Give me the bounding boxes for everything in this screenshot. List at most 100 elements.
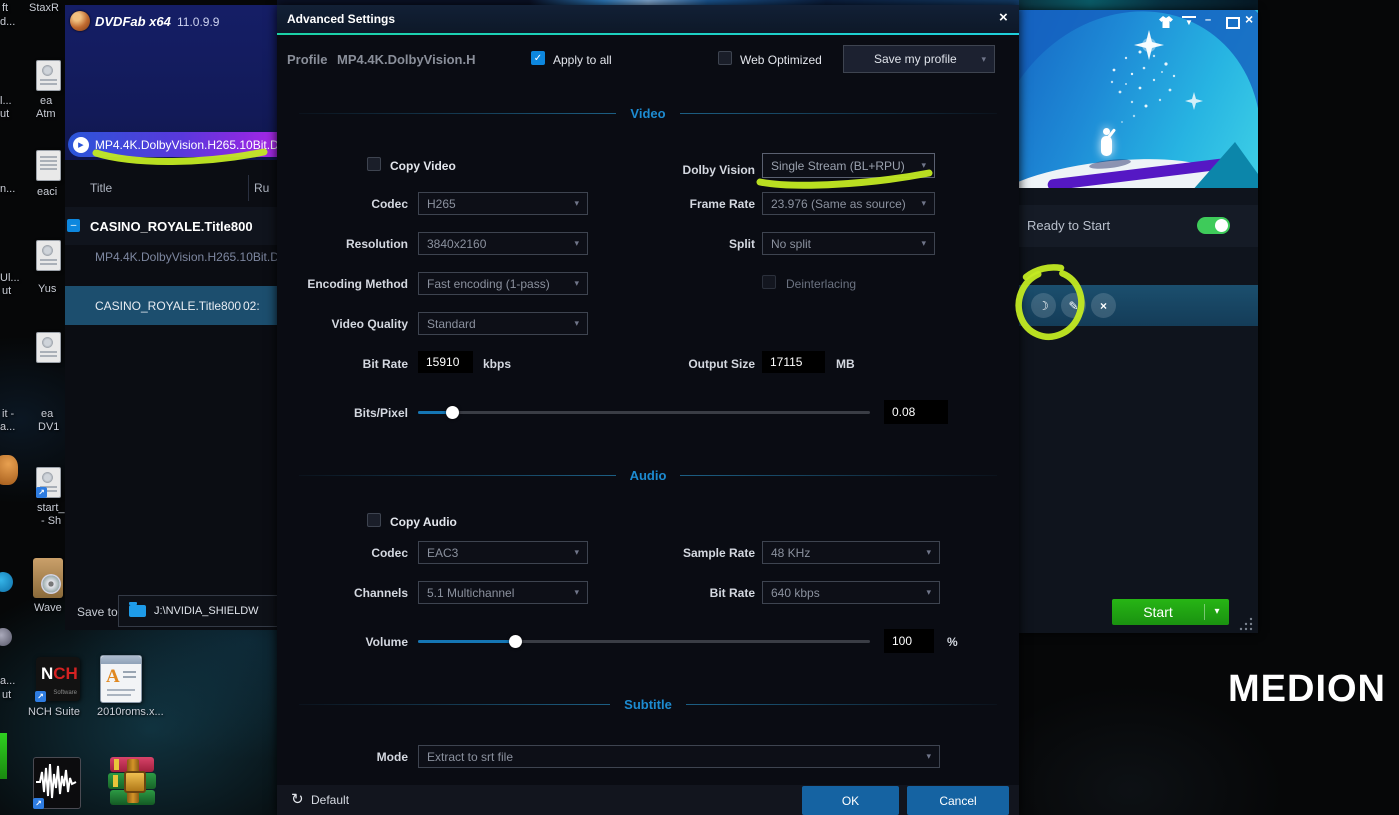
dialog-close-icon[interactable]: × [999, 9, 1008, 26]
desktop-doc-icon[interactable] [36, 240, 61, 271]
close-icon[interactable]: × [1245, 11, 1253, 27]
dolby-vision-dropdown[interactable]: Single Stream (BL+RPU)▾ [762, 153, 935, 178]
volume-slider-thumb[interactable] [509, 635, 522, 648]
task-action-row[interactable]: ☾ ✎ × [1019, 285, 1258, 326]
desktop-label[interactable]: Wave [34, 602, 62, 614]
desktop-label[interactable]: d... [0, 16, 15, 28]
desktop-label[interactable]: DV1 [38, 421, 59, 433]
profile-selector-button[interactable]: ▸ MP4.4K.DolbyVision.H265.10Bit.D [68, 132, 277, 157]
desktop-icon-fragment [0, 733, 7, 779]
sample-rate-dropdown[interactable]: 48 KHz▾ [762, 541, 940, 564]
split-dropdown[interactable]: No split▾ [762, 232, 935, 255]
menu-icon[interactable]: ▼ [1182, 16, 1196, 27]
desktop-nch-suite-icon[interactable]: NCH Software ↗ [36, 657, 80, 701]
bits-pixel-slider-track[interactable] [418, 411, 870, 414]
volume-input[interactable]: 100 [884, 629, 934, 653]
audio-codec-dropdown[interactable]: EAC3▾ [418, 541, 588, 564]
remove-button[interactable]: × [1091, 293, 1116, 318]
ok-button[interactable]: OK [802, 786, 899, 815]
ready-toggle[interactable] [1197, 217, 1230, 234]
check-icon: ✓ [534, 53, 542, 64]
save-to-path: J:\NVIDIA_SHIELDW [154, 605, 259, 617]
desktop-label[interactable]: ut [2, 285, 11, 297]
desktop-doc-icon[interactable] [36, 150, 61, 181]
desktop-label[interactable]: ft [2, 2, 8, 14]
desktop-label[interactable]: NCH Suite [28, 706, 80, 718]
cancel-button[interactable]: Cancel [907, 786, 1009, 815]
desktop-label[interactable]: 2010roms.x... [97, 706, 164, 718]
video-quality-dropdown[interactable]: Standard▾ [418, 312, 588, 335]
video-codec-dropdown[interactable]: H265▾ [418, 192, 588, 215]
desktop-doc-icon[interactable] [36, 332, 61, 363]
start-dropdown-chevron[interactable]: ▾ [1204, 604, 1229, 620]
reset-icon[interactable]: ↺ [291, 790, 304, 808]
chevron-down-icon: ▾ [921, 238, 926, 249]
save-to-field[interactable]: J:\NVIDIA_SHIELDW [118, 595, 277, 627]
desktop-label[interactable]: - Sh [41, 515, 61, 527]
desktop-label[interactable]: Yus [38, 283, 56, 295]
folder-icon[interactable] [129, 605, 146, 617]
desktop-wavepad-icon[interactable]: ↗ [33, 757, 81, 809]
frame-rate-dropdown[interactable]: 23.976 (Same as source)▾ [762, 192, 935, 215]
desktop-2010roms-icon[interactable]: A [100, 655, 142, 703]
desktop-label[interactable]: n... [0, 183, 15, 195]
start-button[interactable]: Start ▾ [1112, 599, 1229, 625]
dialog-title: Advanced Settings [287, 12, 395, 26]
apply-to-all-label: Apply to all [553, 53, 612, 67]
table-row-selected[interactable]: CASINO_ROYALE.Title800 02: [65, 286, 277, 325]
desktop-label[interactable]: ut [2, 689, 11, 701]
desktop-label[interactable]: ut [0, 108, 9, 120]
desktop-label[interactable]: ea [40, 95, 52, 107]
video-bitrate-unit: kbps [483, 357, 511, 371]
desktop-icon-fragment[interactable] [0, 455, 18, 485]
settings-wrench-button[interactable]: ☾ [1031, 293, 1056, 318]
channels-dropdown[interactable]: 5.1 Multichannel▾ [418, 581, 588, 604]
ready-row: Ready to Start [1019, 205, 1258, 247]
resolution-dropdown[interactable]: 3840x2160▾ [418, 232, 588, 255]
desktop-winrar-icon[interactable] [108, 757, 156, 807]
copy-audio-checkbox[interactable] [367, 513, 381, 527]
desktop-label[interactable]: Ul... [0, 272, 20, 284]
audio-bitrate-value: 640 kbps [771, 586, 820, 600]
audio-section-divider: Audio [277, 468, 1019, 483]
resize-grip[interactable] [1239, 617, 1253, 631]
apply-to-all-checkbox[interactable]: ✓ [531, 51, 545, 65]
chevron-down-icon: ▾ [926, 587, 931, 598]
bits-pixel-slider-thumb[interactable] [446, 406, 459, 419]
table-group-row[interactable]: – CASINO_ROYALE.Title800 [65, 207, 277, 245]
audio-bitrate-dropdown[interactable]: 640 kbps ▾ [762, 581, 940, 604]
desktop-label[interactable]: l... [0, 95, 12, 107]
desktop-label[interactable]: a... [0, 675, 15, 687]
desktop-doc-icon[interactable]: ↗ [36, 467, 61, 498]
desktop-winrar-cd-icon[interactable] [33, 558, 63, 598]
desktop-label[interactable]: eaci [37, 186, 57, 198]
minimize-icon[interactable]: – [1205, 14, 1211, 26]
desktop-label[interactable]: start_ [37, 502, 65, 514]
bits-pixel-label: Bits/Pixel [277, 406, 408, 420]
skin-shirt-icon[interactable] [1159, 16, 1173, 28]
edit-button[interactable]: ✎ [1061, 293, 1086, 318]
volume-value: 100 [892, 634, 912, 648]
video-bitrate-input[interactable]: 15910 [418, 351, 473, 373]
web-optimized-checkbox[interactable] [718, 51, 732, 65]
desktop-label[interactable]: Atm [36, 108, 56, 120]
encoding-method-dropdown[interactable]: Fast encoding (1-pass)▾ [418, 272, 588, 295]
close-x-icon: × [1100, 299, 1107, 313]
group-checkbox[interactable]: – [67, 219, 80, 232]
output-size-input[interactable]: 17115 [762, 351, 825, 373]
desktop-label[interactable]: it - [2, 408, 14, 420]
desktop-label[interactable]: a... [0, 421, 15, 433]
subtitle-mode-dropdown[interactable]: Extract to srt file▾ [418, 745, 940, 768]
profile-apply-icon: ▸ [73, 137, 89, 153]
dvdfab-queue-window: ▼ – × Ready to Start ☾ ✎ × Start ▾ [1019, 10, 1258, 633]
maximize-icon[interactable] [1226, 17, 1240, 29]
desktop-label[interactable]: ea [41, 408, 53, 420]
save-my-profile-dropdown[interactable]: Save my profile ▾ [843, 45, 995, 73]
desktop-label[interactable]: StaxR [29, 2, 59, 14]
default-button[interactable]: Default [311, 793, 349, 807]
copy-video-checkbox[interactable] [367, 157, 381, 171]
desktop-doc-icon[interactable] [36, 60, 61, 91]
dvdfab-main-window: DVDFab x64 11.0.9.9 ▸ MP4.4K.DolbyVision… [65, 5, 277, 630]
deinterlacing-checkbox[interactable] [762, 275, 776, 289]
bits-pixel-input[interactable]: 0.08 [884, 400, 948, 424]
